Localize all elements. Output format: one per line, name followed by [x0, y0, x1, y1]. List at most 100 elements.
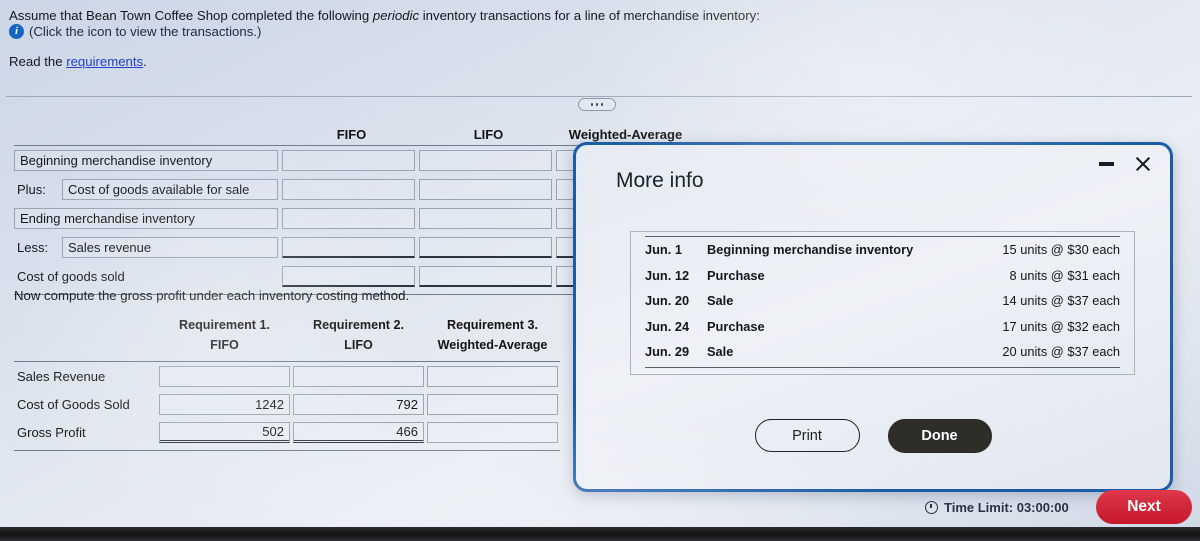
- cogs-input-fifo[interactable]: [282, 208, 415, 229]
- transaction-quantity: 14 units @ $37 each: [1002, 293, 1120, 309]
- gp-header-spacer: [14, 338, 156, 360]
- cogs-row-label-select[interactable]: Cost of goods available for sale: [62, 179, 278, 200]
- clock-icon: [925, 501, 938, 514]
- gp-input-sales-revenue-weighted-average[interactable]: [427, 365, 558, 387]
- gp-row-label-cost-of-goods-sold: Cost of Goods Sold: [17, 396, 130, 412]
- done-button[interactable]: Done: [887, 419, 992, 453]
- read-requirements-prefix: Read the: [9, 54, 67, 69]
- gp-header-spacer: [14, 318, 156, 338]
- table-row: Cost of Goods Sold 1242 792: [14, 390, 560, 418]
- more-options-button[interactable]: [578, 98, 616, 111]
- problem-statement-part1: Assume that Bean Town Coffee Shop comple…: [9, 8, 373, 23]
- transaction-quantity: 8 units @ $31 each: [1009, 267, 1120, 283]
- transaction-quantity: 20 units @ $37 each: [1002, 344, 1120, 360]
- table-row: Gross Profit 502 466: [14, 418, 560, 446]
- cogs-input-fifo[interactable]: [282, 179, 415, 200]
- list-item: Jun. 20 Sale 14 units @ $37 each: [645, 288, 1120, 314]
- list-item: Jun. 1 Beginning merchandise inventory 1…: [645, 237, 1120, 263]
- cogs-row-prefix: Less:: [17, 240, 49, 255]
- gp-header-requirement-2: Requirement 2.: [313, 318, 404, 332]
- transaction-date: Jun. 12: [645, 267, 690, 283]
- cogs-header-lifo: LIFO: [473, 127, 504, 142]
- transaction-description: Sale: [707, 293, 734, 309]
- cogs-row-label-select[interactable]: Beginning merchandise inventory: [14, 150, 278, 171]
- dialog-actions: Print Done: [576, 419, 1170, 453]
- cogs-input-lifo[interactable]: [419, 266, 552, 287]
- gross-profit-table: Requirement 1. Requirement 2. Requiremen…: [14, 318, 560, 451]
- ellipsis-dot: [590, 103, 594, 106]
- gp-header-requirement-1: Requirement 1.: [179, 318, 270, 332]
- gp-row-label-sales-revenue: Sales Revenue: [17, 368, 106, 384]
- cogs-input-lifo[interactable]: [419, 150, 552, 171]
- read-requirements-suffix: .: [143, 54, 147, 69]
- table-row: Sales Revenue: [14, 362, 560, 390]
- gp-header-requirement-3: Requirement 3.: [447, 318, 538, 332]
- gross-profit-requirement-header-row: Requirement 1. Requirement 2. Requiremen…: [14, 318, 560, 338]
- gp-input-cogs-fifo[interactable]: 1242: [159, 393, 290, 415]
- transaction-date: Jun. 20: [645, 293, 690, 309]
- requirements-link[interactable]: requirements: [66, 54, 143, 69]
- gross-profit-instruction: Now compute the gross profit under each …: [14, 288, 410, 303]
- gp-row-label-gross-profit: Gross Profit: [17, 424, 86, 440]
- cogs-header-fifo: FIFO: [336, 127, 367, 142]
- gp-input-gross-profit-weighted-average[interactable]: [427, 421, 558, 443]
- gp-input-sales-revenue-lifo[interactable]: [293, 365, 424, 387]
- cogs-input-lifo[interactable]: [419, 179, 552, 200]
- cogs-schedule-header-row: FIFO LIFO Weighted-Average: [14, 122, 714, 142]
- transaction-description: Purchase: [707, 318, 765, 334]
- gp-header-weighted-average: Weighted-Average: [437, 338, 548, 352]
- next-button[interactable]: Next: [1096, 490, 1192, 524]
- view-transactions-hint[interactable]: i (Click the icon to view the transactio…: [9, 24, 261, 39]
- problem-statement: Assume that Bean Town Coffee Shop comple…: [9, 7, 1089, 24]
- gp-bottom-rule: [14, 450, 560, 451]
- transaction-quantity: 15 units @ $30 each: [1002, 242, 1120, 258]
- transaction-date: Jun. 1: [645, 242, 682, 258]
- cogs-header-weighted-average: Weighted-Average: [568, 127, 683, 142]
- dialog-title: More info: [616, 169, 704, 192]
- cogs-row-label-select[interactable]: Ending merchandise inventory: [14, 208, 278, 229]
- problem-statement-part2: inventory transactions for a line of mer…: [419, 8, 760, 23]
- gp-input-cogs-weighted-average[interactable]: [427, 393, 558, 415]
- ellipsis-dot: [595, 103, 599, 106]
- cogs-input-lifo[interactable]: [419, 208, 552, 229]
- gross-profit-method-header-row: FIFO LIFO Weighted-Average: [14, 338, 560, 360]
- list-item: Jun. 29 Sale 20 units @ $37 each: [645, 339, 1120, 365]
- list-item: Jun. 12 Purchase 8 units @ $31 each: [645, 263, 1120, 289]
- more-info-dialog: More info Jun. 1 Beginning merchandise i…: [573, 142, 1173, 492]
- cogs-row-label-select[interactable]: Sales revenue: [62, 237, 278, 258]
- transactions-table: Jun. 1 Beginning merchandise inventory 1…: [630, 231, 1135, 375]
- info-icon[interactable]: i: [9, 24, 24, 39]
- minimize-icon[interactable]: [1099, 162, 1114, 166]
- gp-input-gross-profit-fifo[interactable]: 502: [159, 421, 290, 443]
- cogs-row-label: Cost of goods sold: [17, 269, 125, 284]
- close-icon[interactable]: [1134, 155, 1152, 173]
- dialog-window-controls: [1099, 155, 1152, 173]
- gp-header-fifo: FIFO: [210, 338, 239, 352]
- header-divider: [6, 96, 1192, 97]
- ellipsis-dot: [600, 103, 604, 106]
- transaction-description: Sale: [707, 344, 734, 360]
- print-button[interactable]: Print: [754, 419, 860, 452]
- time-limit-status: Time Limit: 03:00:00: [925, 500, 1069, 515]
- problem-statement-emphasis: periodic: [372, 8, 420, 23]
- cogs-row-prefix: Plus:: [17, 182, 46, 197]
- cogs-input-fifo[interactable]: [282, 266, 415, 287]
- gp-input-gross-profit-lifo[interactable]: 466: [293, 421, 424, 443]
- screen-bezel: [0, 527, 1200, 541]
- cogs-input-fifo[interactable]: [282, 150, 415, 171]
- transaction-description: Purchase: [707, 267, 765, 283]
- gp-input-cogs-lifo[interactable]: 792: [293, 393, 424, 415]
- read-requirements-line: Read the requirements.: [9, 54, 147, 69]
- view-transactions-hint-label: (Click the icon to view the transactions…: [29, 24, 262, 39]
- transaction-date: Jun. 24: [645, 318, 690, 334]
- gp-input-sales-revenue-fifo[interactable]: [159, 365, 290, 387]
- cogs-input-fifo[interactable]: [282, 237, 415, 258]
- list-item: Jun. 24 Purchase 17 units @ $32 each: [645, 314, 1120, 340]
- transaction-date: Jun. 29: [645, 344, 690, 360]
- transaction-description: Beginning merchandise inventory: [707, 242, 914, 258]
- transactions-bottom-rule: [645, 366, 1120, 368]
- cogs-input-lifo[interactable]: [419, 237, 552, 258]
- transaction-quantity: 17 units @ $32 each: [1002, 318, 1120, 334]
- time-limit-label: Time Limit: 03:00:00: [944, 500, 1069, 515]
- gp-header-lifo: LIFO: [344, 338, 373, 352]
